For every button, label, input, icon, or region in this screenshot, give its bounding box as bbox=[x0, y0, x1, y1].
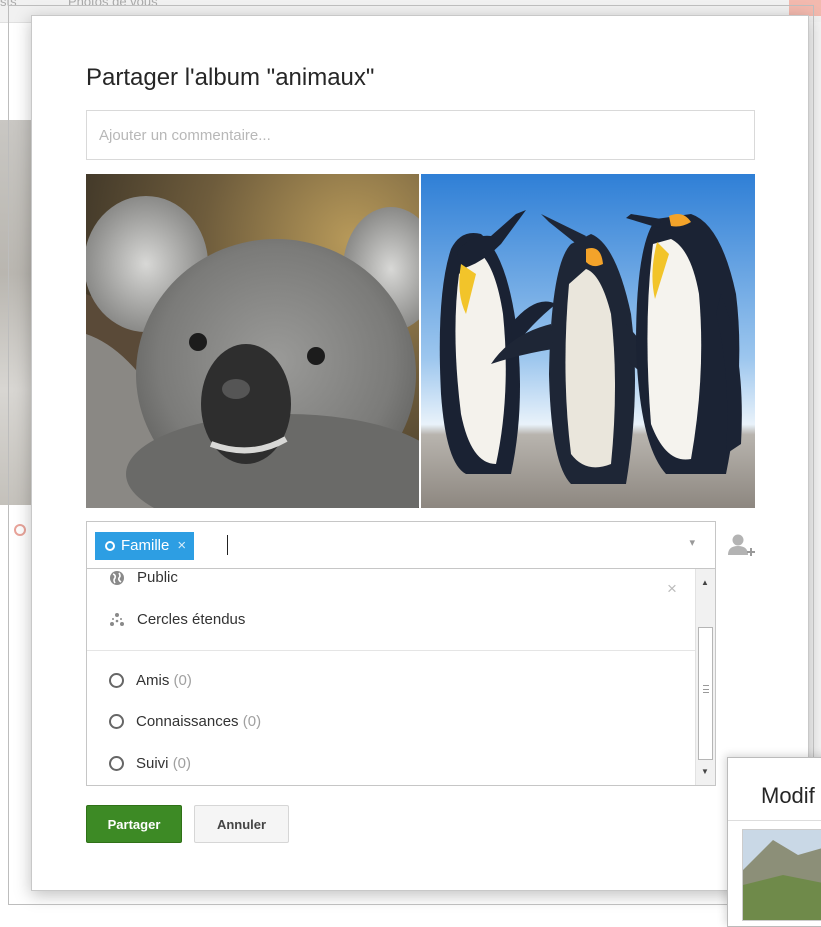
scroll-down-icon[interactable]: ▼ bbox=[701, 767, 709, 776]
circle-icon bbox=[109, 714, 124, 729]
add-person-icon[interactable] bbox=[726, 533, 756, 559]
dropdown-item-count: (0) bbox=[173, 672, 192, 689]
dropdown-item-amis[interactable]: Amis (0) bbox=[109, 672, 192, 689]
chip-label: Famille bbox=[121, 537, 170, 554]
background-icon bbox=[14, 524, 26, 536]
background-tab-photos: Photos de vous bbox=[68, 0, 158, 9]
edit-dialog-divider bbox=[728, 820, 821, 821]
dropdown-item-connaissances[interactable]: Connaissances (0) bbox=[109, 713, 261, 730]
scrollbar-thumb[interactable] bbox=[698, 627, 713, 760]
dropdown-arrow-icon[interactable]: ▾ bbox=[689, 536, 695, 549]
dropdown-item-label: Cercles étendus bbox=[137, 611, 246, 628]
share-recipients-field[interactable]: Famille × ▾ bbox=[86, 521, 716, 569]
circles-dropdown: × Public Cercles étendus Amis (0) Connai… bbox=[86, 569, 716, 786]
koala-photo bbox=[86, 174, 419, 508]
dropdown-item-label: Amis bbox=[136, 672, 170, 689]
dropdown-item-suivi[interactable]: Suivi (0) bbox=[109, 755, 191, 772]
edit-dialog: Modif bbox=[727, 757, 821, 927]
circle-icon bbox=[109, 756, 124, 771]
share-button[interactable]: Partager bbox=[86, 805, 182, 843]
circle-icon bbox=[109, 673, 124, 688]
remove-chip-icon[interactable]: × bbox=[177, 532, 186, 560]
dropdown-scrollbar[interactable]: ▲ ▼ bbox=[695, 569, 715, 785]
text-caret bbox=[227, 535, 228, 555]
edit-dialog-title: Modif bbox=[761, 783, 815, 808]
penguins-photo bbox=[421, 174, 755, 508]
scroll-grip-icon bbox=[703, 685, 709, 693]
album-photos bbox=[86, 174, 755, 508]
dialog-title: Partager l'album "animaux" bbox=[86, 64, 375, 91]
comment-input[interactable] bbox=[86, 110, 755, 160]
background-tab: sts bbox=[0, 0, 17, 9]
dropdown-item-label: Connaissances bbox=[136, 713, 239, 730]
dropdown-divider bbox=[87, 650, 695, 651]
dropdown-item-public[interactable]: Public bbox=[109, 569, 178, 586]
dropdown-item-extended-circles[interactable]: Cercles étendus bbox=[109, 611, 245, 628]
globe-icon bbox=[110, 570, 124, 585]
scroll-up-icon[interactable]: ▲ bbox=[701, 578, 709, 587]
dropdown-item-label: Public bbox=[137, 569, 178, 586]
circle-icon bbox=[105, 541, 115, 551]
dropdown-item-count: (0) bbox=[172, 755, 192, 772]
extended-circles-icon bbox=[110, 612, 124, 626]
dropdown-item-count: (0) bbox=[242, 713, 262, 730]
landscape-thumbnail[interactable] bbox=[742, 829, 821, 921]
background-button bbox=[789, 0, 821, 16]
background-photo bbox=[0, 120, 32, 505]
cancel-button[interactable]: Annuler bbox=[194, 805, 289, 843]
close-icon[interactable]: × bbox=[667, 579, 677, 599]
recipient-chip-famille[interactable]: Famille × bbox=[95, 532, 195, 560]
dropdown-item-label: Suivi bbox=[136, 755, 169, 772]
